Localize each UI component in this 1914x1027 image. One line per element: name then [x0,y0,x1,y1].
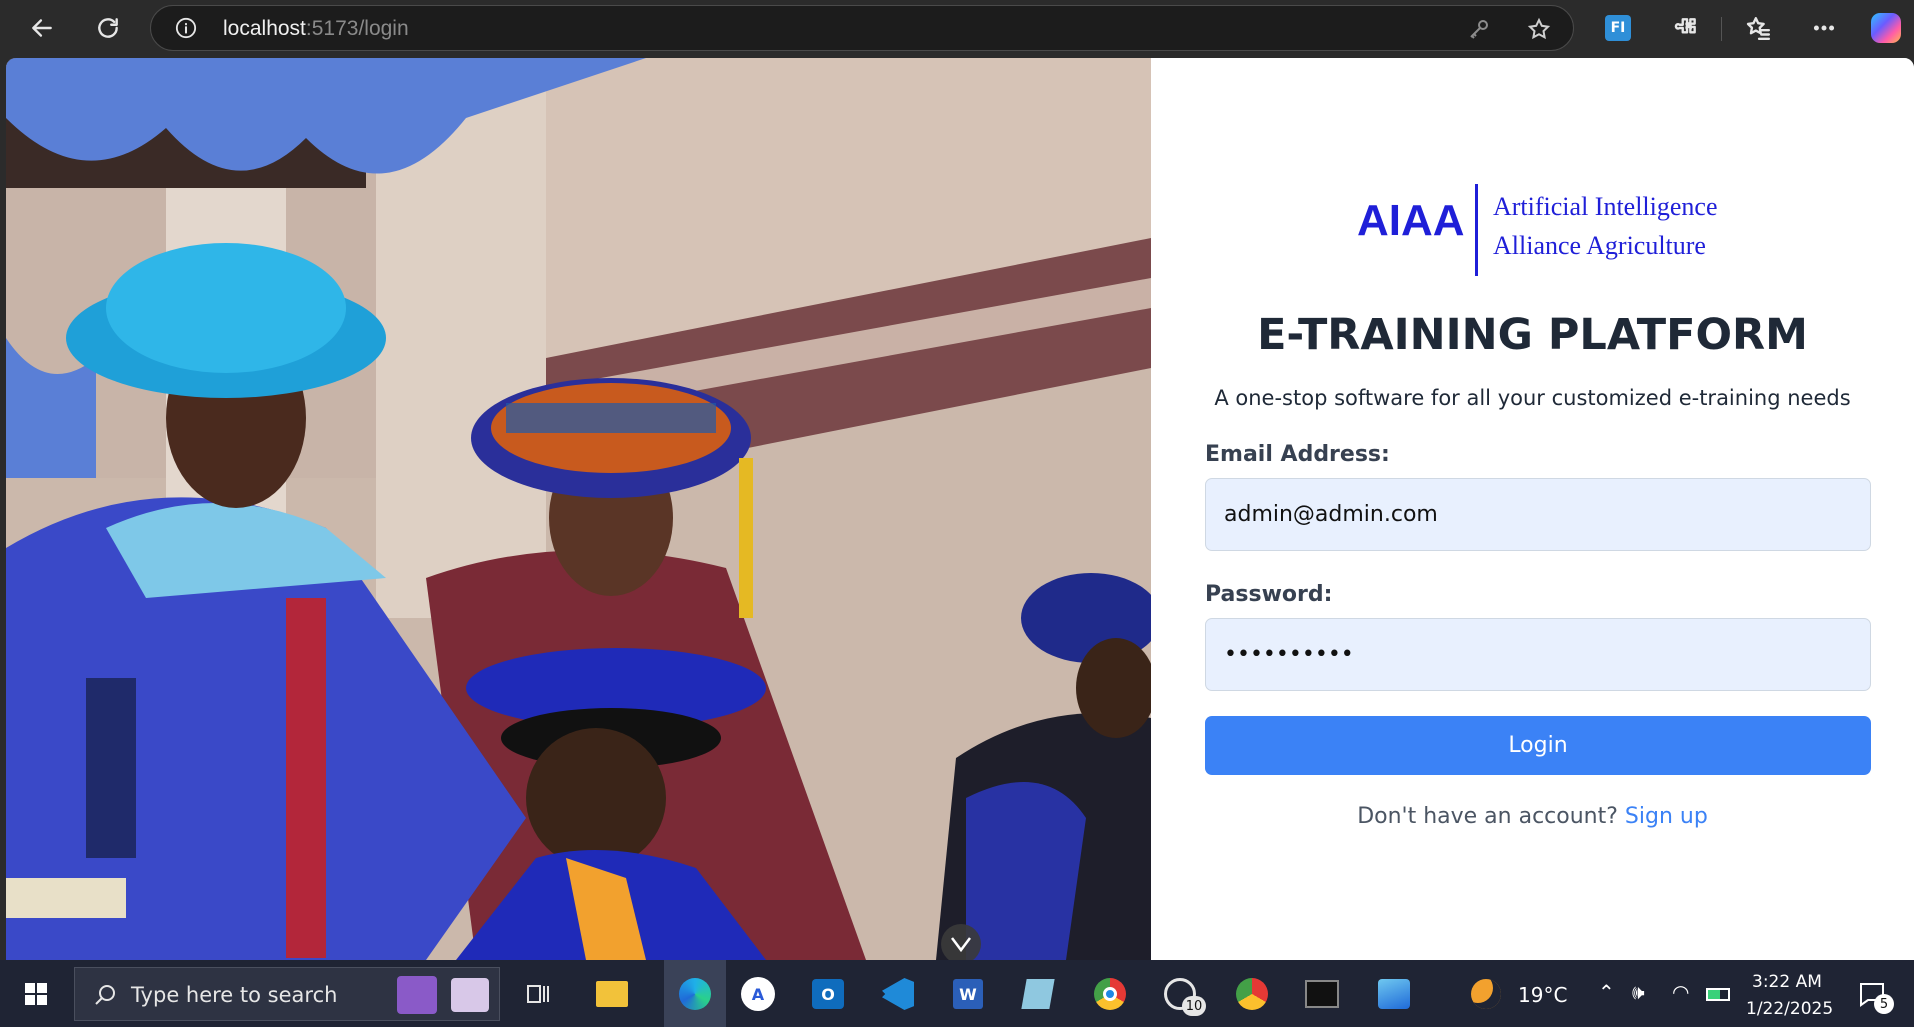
site-info-icon[interactable] [175,17,197,39]
extension-fi-icon[interactable]: FI [1598,8,1638,48]
page-title: E-TRAINING PLATFORM [1257,310,1808,360]
address-bar[interactable]: localhost:5173/login [150,5,1574,51]
login-panel: AIAA Artificial Intelligence Alliance Ag… [1151,58,1914,960]
search-placeholder: Type here to search [131,983,338,1007]
photos-icon[interactable] [1374,974,1414,1014]
whatsapp-badge: 10 [1182,996,1206,1016]
chrome-profile-icon[interactable] [1232,974,1272,1014]
page-subtitle: A one-stop software for all your customi… [1214,386,1851,410]
wifi-icon[interactable]: ◠ [1672,980,1689,1004]
page-viewport: AIAA Artificial Intelligence Alliance Ag… [6,58,1914,960]
notification-icon[interactable]: 5 [1852,974,1894,1014]
email-field[interactable] [1205,478,1871,551]
notepad-icon[interactable] [1018,974,1058,1014]
copilot-icon[interactable] [1866,8,1906,48]
battery-icon[interactable] [1706,988,1730,1001]
notes-icon[interactable] [451,978,489,1012]
logo-line-2: Alliance Agriculture [1493,231,1706,260]
app-a-icon[interactable]: A [738,974,778,1014]
refresh-icon[interactable] [88,8,128,48]
logo-divider [1475,184,1478,276]
task-view-icon[interactable] [518,974,558,1014]
taskbar: Type here to search A O W 10 19°C ⌃ 🕪 ◠ … [0,960,1914,1027]
password-label: Password: [1205,582,1333,607]
logo-line-1: Artificial Intelligence [1493,192,1718,221]
terminal-icon[interactable] [1302,974,1342,1014]
edge-icon[interactable] [664,960,726,1027]
graduation-photo [6,58,1151,960]
favorites-icon[interactable] [1738,8,1778,48]
vscode-icon[interactable] [878,974,918,1014]
outlook-icon[interactable]: O [808,974,848,1014]
back-icon[interactable] [22,8,62,48]
taskbar-search[interactable]: Type here to search [74,967,500,1021]
login-button[interactable]: Login [1205,716,1871,775]
favorite-star-icon[interactable] [1527,17,1551,41]
windows-start-icon[interactable] [16,974,56,1014]
file-explorer-icon[interactable] [592,974,632,1014]
weather-icon[interactable] [1466,974,1506,1014]
clock-time[interactable]: 3:22 AM [1752,972,1822,992]
extensions-puzzle-icon[interactable] [1666,8,1706,48]
key-icon[interactable] [1467,17,1491,41]
browser-toolbar: localhost:5173/login FI [0,0,1914,57]
url-text[interactable]: localhost:5173/login [223,17,409,41]
chevron-up-icon[interactable]: ⌃ [1598,980,1615,1004]
signup-link[interactable]: Sign up [1625,804,1708,829]
notification-count: 5 [1874,994,1894,1014]
temperature: 19°C [1518,983,1568,1007]
chrome-icon[interactable] [1090,974,1130,1014]
word-icon[interactable]: W [948,974,988,1014]
clapper-icon[interactable] [397,976,437,1014]
signup-prompt: Don't have an account? [1357,804,1618,829]
toolbar-divider [1721,17,1722,41]
logo-abbr: AIAA [1357,196,1465,245]
more-menu-icon[interactable] [1804,8,1844,48]
password-field[interactable] [1205,618,1871,691]
signup-row: Don't have an account? Sign up [1151,804,1914,829]
search-icon [95,985,115,1005]
volume-icon[interactable]: 🕪 [1632,980,1645,1004]
email-label: Email Address: [1205,442,1390,467]
whatsapp-icon[interactable]: 10 [1160,974,1206,1016]
clock-date[interactable]: 1/22/2025 [1746,999,1833,1019]
